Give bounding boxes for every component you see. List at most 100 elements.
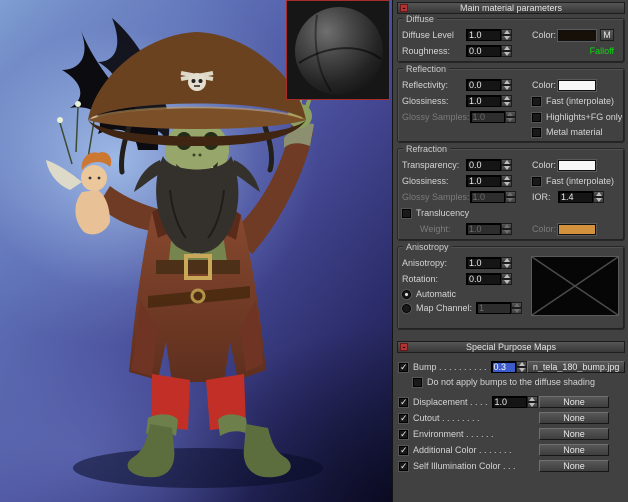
special-purpose-maps-list: Bump . . . . . . . . . . 0.3 n_tela_180_… [397, 357, 625, 474]
refraction-color-label: Color: [532, 160, 558, 170]
displacement-checkbox[interactable] [399, 398, 408, 407]
ior-label: IOR: [532, 192, 558, 202]
diffuse-level-label: Diffuse Level [402, 30, 466, 40]
spinner-down-icon[interactable] [593, 197, 604, 203]
material-editor-panel: - Main material parameters Diffuse Diffu… [392, 0, 628, 502]
translucency-label: Translucency [416, 208, 469, 218]
spinner-down-icon[interactable] [501, 51, 512, 57]
reflection-color-label: Color: [532, 80, 558, 90]
refraction-group: Refraction Transparency: 0.0 Color: Glos… [397, 148, 625, 241]
translucency-color-label: Color: [532, 224, 558, 234]
application-window: - Main material parameters Diffuse Diffu… [0, 0, 628, 502]
metal-material-label: Metal material [546, 127, 603, 137]
bump-map-button[interactable]: n_tela_180_bump.jpg [527, 361, 625, 373]
transparency-label: Transparency: [402, 160, 466, 170]
anisotropy-spinner[interactable]: 1.0 [466, 257, 512, 269]
cutout-map-button[interactable]: None [539, 412, 609, 424]
additional-color-label: Additional Color . . . . . . . [413, 445, 512, 455]
rollout-main-material-parameters[interactable]: - Main material parameters [397, 2, 625, 14]
spinner-down-icon [511, 308, 522, 314]
spinner-down-icon [501, 229, 512, 235]
spinner-down-icon[interactable] [527, 402, 538, 408]
collapse-icon[interactable]: - [400, 4, 408, 12]
reflection-fast-interpolate-checkbox[interactable] [532, 97, 541, 106]
reflectivity-label: Reflectivity: [402, 80, 466, 90]
reflection-glossiness-spinner[interactable]: 1.0 [466, 95, 512, 107]
no-diffuse-bump-row: Do not apply bumps to the diffuse shadin… [399, 375, 625, 389]
map-channel-spinner: 1 [476, 302, 522, 314]
spinner-down-icon[interactable] [501, 101, 512, 107]
spinner-down-icon [505, 117, 516, 123]
environment-label: Environment . . . . . . [413, 429, 494, 439]
falloff-button[interactable]: Falloff [590, 46, 614, 56]
rotation-label: Rotation: [402, 274, 466, 284]
bump-checkbox[interactable] [399, 363, 408, 372]
environment-map-row: Environment . . . . . . None [399, 426, 625, 442]
refraction-glossy-samples-spinner: 1.0 [470, 191, 516, 203]
diffuse-level-spinner[interactable]: 1.0 [466, 29, 512, 41]
anisotropy-preview [531, 256, 619, 316]
displacement-amount-spinner[interactable]: 1.0 [492, 396, 538, 408]
anisotropy-label: Anisotropy: [402, 258, 466, 268]
reflection-color-swatch[interactable] [558, 80, 596, 91]
spinner-down-icon[interactable] [516, 367, 527, 373]
reflectivity-spinner[interactable]: 0.0 [466, 79, 512, 91]
spinner-down-icon[interactable] [501, 165, 512, 171]
transparency-spinner[interactable]: 0.0 [466, 159, 512, 171]
additional-color-map-button[interactable]: None [539, 444, 609, 456]
translucency-checkbox[interactable] [402, 209, 411, 218]
reflection-glossy-samples-spinner: 1.0 [470, 111, 516, 123]
diffuse-color-swatch[interactable] [558, 30, 596, 41]
displacement-map-button[interactable]: None [539, 396, 609, 408]
anisotropy-group: Anisotropy Anisotropy: 1.0 Rotation: 0.0… [397, 246, 625, 330]
additional-color-checkbox[interactable] [399, 446, 408, 455]
refraction-glossiness-label: Glossiness: [402, 176, 466, 186]
refraction-fast-interpolate-checkbox[interactable] [532, 177, 541, 186]
collapse-icon[interactable]: - [400, 343, 408, 351]
displacement-map-row: Displacement . . . . 1.0 None [399, 394, 625, 410]
material-sample-slot[interactable] [286, 0, 390, 100]
self-illumination-map-button[interactable]: None [539, 460, 609, 472]
self-illumination-label: Self Illumination Color . . . [413, 461, 516, 471]
rollout-title: Main material parameters [460, 3, 562, 13]
automatic-radio[interactable] [402, 290, 411, 299]
highlights-fg-only-label: Highlights+FG only [546, 112, 622, 122]
rendered-image [0, 0, 392, 502]
cutout-checkbox[interactable] [399, 414, 408, 423]
additional-color-map-row: Additional Color . . . . . . . None [399, 442, 625, 458]
ior-spinner[interactable]: 1.4 [558, 191, 604, 203]
metal-material-checkbox[interactable] [532, 128, 541, 137]
refraction-glossy-samples-label: Glossy Samples: [402, 192, 470, 202]
map-channel-radio[interactable] [402, 304, 411, 313]
diffuse-map-button[interactable]: M [600, 29, 614, 41]
rollout-title: Special Purpose Maps [466, 342, 556, 352]
environment-map-button[interactable]: None [539, 428, 609, 440]
spinner-down-icon[interactable] [501, 279, 512, 285]
translucency-color-swatch[interactable] [558, 224, 596, 235]
rotation-spinner[interactable]: 0.0 [466, 273, 512, 285]
spinner-down-icon[interactable] [501, 85, 512, 91]
self-illumination-checkbox[interactable] [399, 462, 408, 471]
spinner-down-icon [505, 197, 516, 203]
highlights-fg-only-checkbox[interactable] [532, 113, 541, 122]
roughness-spinner[interactable]: 0.0 [466, 45, 512, 57]
refraction-color-swatch[interactable] [558, 160, 596, 171]
spinner-down-icon[interactable] [501, 181, 512, 187]
weight-label: Weight: [402, 224, 466, 234]
cutout-label: Cutout . . . . . . . . [413, 413, 480, 423]
environment-checkbox[interactable] [399, 430, 408, 439]
bump-amount-spinner[interactable]: 0.3 [491, 361, 528, 373]
cherub-doll [46, 152, 111, 234]
group-title-reflection: Reflection [403, 64, 449, 74]
refraction-glossiness-spinner[interactable]: 1.0 [466, 175, 512, 187]
spinner-down-icon[interactable] [501, 263, 512, 269]
reflection-glossy-samples-label: Glossy Samples: [402, 112, 470, 122]
bump-map-row: Bump . . . . . . . . . . 0.3 n_tela_180_… [399, 359, 625, 375]
reflection-glossiness-label: Glossiness: [402, 96, 466, 106]
bump-label: Bump . . . . . . . . . . [413, 362, 487, 372]
rollout-special-purpose-maps[interactable]: - Special Purpose Maps [397, 341, 625, 353]
refraction-fast-interpolate-label: Fast (interpolate) [546, 176, 614, 186]
reflection-fast-interpolate-label: Fast (interpolate) [546, 96, 614, 106]
no-diffuse-bump-checkbox[interactable] [413, 378, 422, 387]
spinner-down-icon[interactable] [501, 35, 512, 41]
